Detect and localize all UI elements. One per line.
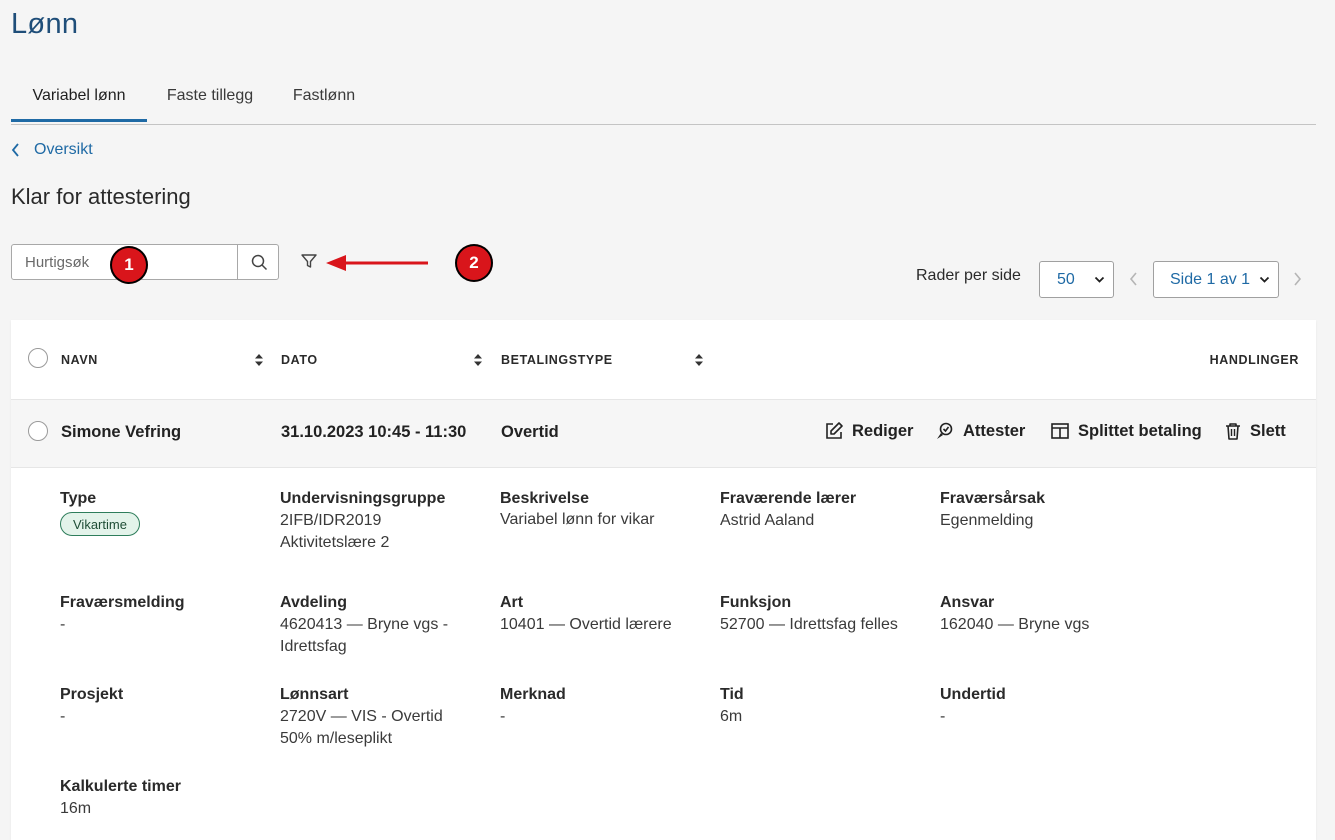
column-header-name[interactable]: NAVN xyxy=(61,353,98,367)
sort-icon[interactable] xyxy=(254,353,264,367)
tab-fastlonn[interactable]: Fastlønn xyxy=(281,74,367,122)
detail-value-fravaerende-laerer: Astrid Aaland xyxy=(720,512,815,529)
next-page-icon[interactable] xyxy=(1292,272,1302,286)
tab-bar: Variabel lønn Faste tillegg Fastlønn xyxy=(11,74,1316,125)
page-select-value: Side 1 av 1 xyxy=(1170,270,1251,288)
detail-value-funksjon: 52700 — Idrettsfag felles xyxy=(720,616,898,633)
detail-value-fravaersmelding: - xyxy=(60,616,66,633)
detail-label-beskrivelse: Beskrivelse xyxy=(500,490,589,507)
page-title: Lønn xyxy=(11,8,79,40)
detail-label-avdeling: Avdeling xyxy=(280,594,347,611)
filter-button[interactable] xyxy=(300,252,322,274)
breadcrumb-back-link[interactable]: Oversikt xyxy=(11,141,93,159)
tab-variabel-lonn[interactable]: Variabel lønn xyxy=(11,74,147,122)
row-checkbox[interactable] xyxy=(28,421,48,441)
page-select[interactable]: Side 1 av 1 xyxy=(1153,261,1279,298)
annotation-arrow xyxy=(326,255,428,271)
detail-label-undervisningsgruppe: Undervisningsgruppe xyxy=(280,490,446,507)
rows-per-page-select[interactable]: 50 xyxy=(1039,261,1114,298)
select-all-checkbox[interactable] xyxy=(28,348,48,368)
detail-label-kalkulerte-timer: Kalkulerte timer xyxy=(60,778,181,795)
detail-label-art: Art xyxy=(500,594,524,611)
detail-label-ansvar: Ansvar xyxy=(940,594,995,611)
detail-label-merknad: Merknad xyxy=(500,686,566,703)
chevron-left-icon xyxy=(11,143,19,157)
detail-label-fravaersarsak: Fraværsårsak xyxy=(940,490,1045,507)
detail-label-fravaersmelding: Fraværsmelding xyxy=(60,594,185,611)
detail-label-lonnsart: Lønnsart xyxy=(280,686,349,703)
split-columns-icon xyxy=(1051,423,1069,439)
detail-value-lonnsart: 2720V — VIS - Overtid 50% m/leseplikt xyxy=(280,708,443,747)
split-payment-button[interactable]: Splittet betaling xyxy=(1050,421,1202,441)
sort-icon[interactable] xyxy=(473,353,483,367)
attest-label: Attester xyxy=(963,421,1026,440)
detail-label-prosjekt: Prosjekt xyxy=(60,686,124,703)
chevron-down-icon xyxy=(1094,276,1105,283)
edit-icon xyxy=(826,422,843,439)
row-date: 31.10.2023 10:45 - 11:30 xyxy=(281,423,467,441)
detail-value-tid: 6m xyxy=(720,708,743,725)
rows-per-page-label: Rader per side xyxy=(916,267,1021,284)
detail-value-art: 10401 — Overtid lærere xyxy=(500,616,672,633)
tab-faste-tillegg[interactable]: Faste tillegg xyxy=(154,74,266,122)
edit-button[interactable]: Rediger xyxy=(824,421,913,441)
detail-label-fravaerende-laerer: Fraværende lærer xyxy=(720,490,857,507)
row-name: Simone Vefring xyxy=(61,423,182,441)
detail-value-merknad: - xyxy=(500,708,506,725)
detail-value-undervisningsgruppe: 2IFB/IDR2019 Aktivitetslære 2 xyxy=(280,512,390,551)
detail-label-funksjon: Funksjon xyxy=(720,594,792,611)
section-title: Klar for attestering xyxy=(11,184,191,209)
results-table xyxy=(11,320,1316,840)
chevron-down-icon xyxy=(1259,276,1270,283)
column-header-payment-type[interactable]: BETALINGSTYPE xyxy=(501,353,613,367)
detail-value-undertid: - xyxy=(940,708,946,725)
detail-label-type: Type xyxy=(60,490,97,507)
delete-button[interactable]: Slett xyxy=(1224,421,1286,441)
type-chip: Vikartime xyxy=(60,512,140,536)
trash-icon xyxy=(1226,423,1240,440)
rows-per-page-value: 50 xyxy=(1057,270,1075,288)
split-payment-label: Splittet betaling xyxy=(1078,421,1202,440)
search-icon xyxy=(251,254,267,270)
breadcrumb-label: Oversikt xyxy=(34,141,93,158)
column-header-date[interactable]: DATO xyxy=(281,353,318,367)
annotation-badge-2: 2 xyxy=(455,244,493,282)
delete-label: Slett xyxy=(1250,421,1286,440)
attest-button[interactable]: Attester xyxy=(935,421,1025,441)
filter-icon xyxy=(301,254,317,268)
detail-value-kalkulerte-timer: 16m xyxy=(60,800,92,817)
detail-value-prosjekt: - xyxy=(60,708,66,725)
detail-label-undertid: Undertid xyxy=(940,686,1006,703)
edit-label: Rediger xyxy=(852,421,914,440)
attest-stamp-icon xyxy=(937,422,953,439)
detail-value-beskrivelse: Variabel lønn for vikar xyxy=(500,511,655,528)
detail-value-ansvar: 162040 — Bryne vgs xyxy=(940,616,1090,633)
detail-value-fravaersarsak: Egenmelding xyxy=(940,512,1034,529)
annotation-badge-1: 1 xyxy=(110,246,148,284)
search-button[interactable] xyxy=(237,245,280,279)
column-header-actions: HANDLINGER xyxy=(1209,353,1299,367)
sort-icon[interactable] xyxy=(694,353,704,367)
prev-page-icon[interactable] xyxy=(1129,272,1139,286)
row-payment-type: Overtid xyxy=(501,423,559,441)
detail-label-tid: Tid xyxy=(720,686,744,703)
detail-value-avdeling: 4620413 — Bryne vgs - Idrettsfag xyxy=(280,616,449,655)
